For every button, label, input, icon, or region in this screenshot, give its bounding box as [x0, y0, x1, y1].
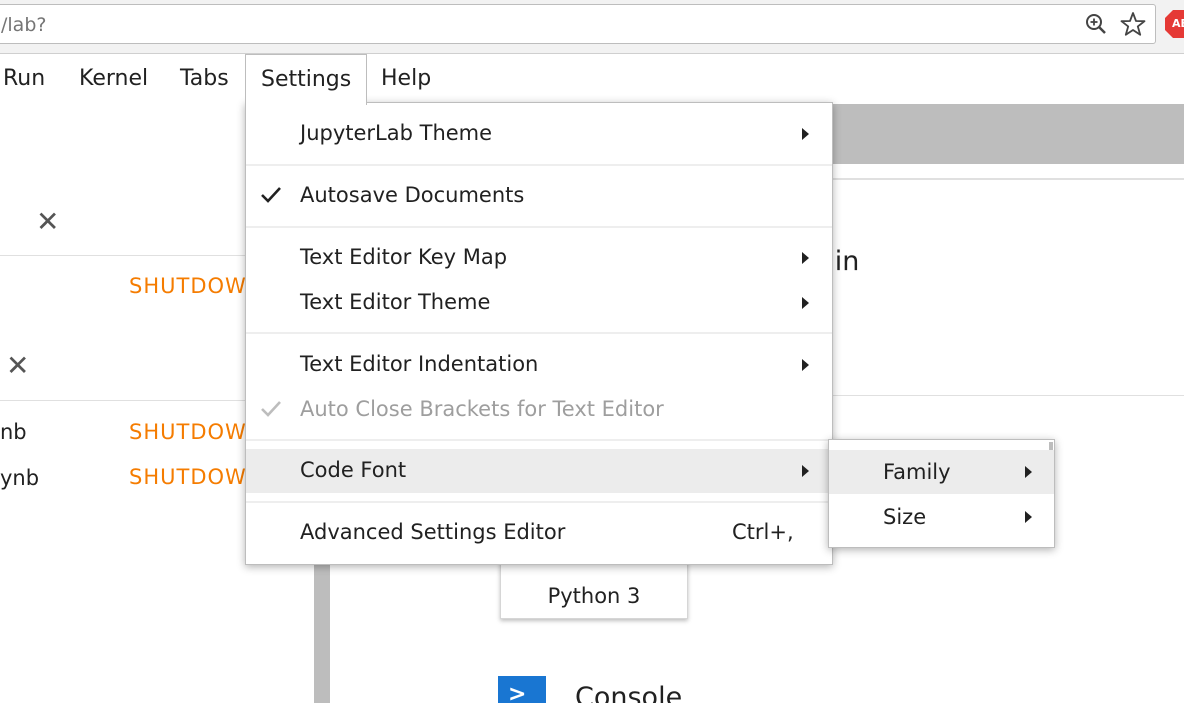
- menu-item-label: JupyterLab Theme: [300, 121, 493, 145]
- menu-item-auto-close-brackets: Auto Close Brackets for Text Editor: [246, 388, 832, 432]
- menu-separator: [246, 439, 832, 441]
- menu-item-text-editor-theme[interactable]: Text Editor Theme: [246, 281, 832, 325]
- browser-toolbar: /lab? ABP: [0, 0, 1184, 54]
- url-text: /lab?: [1, 14, 47, 36]
- shutdown-all-button[interactable]: SHUTDOWN: [129, 274, 259, 298]
- session-name[interactable]: ynb: [0, 466, 39, 490]
- adblock-label: ABP: [1172, 17, 1184, 30]
- menu-item-label: Code Font: [300, 458, 407, 482]
- star-icon[interactable]: [1120, 11, 1146, 37]
- submenu-item-label: Family: [883, 460, 951, 484]
- shutdown-button[interactable]: SHUTDOWN: [129, 465, 259, 489]
- submenu-arrow-icon: [802, 359, 809, 371]
- submenu-item-family[interactable]: Family: [829, 450, 1054, 494]
- submenu-arrow-icon: [802, 128, 809, 140]
- checkmark-icon: [261, 401, 281, 417]
- kernel-card-label: Python 3: [547, 584, 641, 608]
- menu-item-label: Autosave Documents: [300, 183, 525, 207]
- submenu-arrow-icon: [802, 297, 809, 309]
- menu-item-label: Auto Close Brackets for Text Editor: [300, 397, 664, 421]
- menu-item-advanced-settings-editor[interactable]: Advanced Settings Editor Ctrl+,: [246, 511, 832, 555]
- menu-item-label: Text Editor Theme: [300, 290, 491, 314]
- menu-item-text-editor-key-map[interactable]: Text Editor Key Map: [246, 236, 832, 280]
- session-name[interactable]: nb: [0, 420, 27, 444]
- keyboard-shortcut: Ctrl+,: [732, 520, 794, 544]
- menu-item-autosave-documents[interactable]: Autosave Documents: [246, 174, 832, 218]
- zoom-icon[interactable]: [1085, 13, 1107, 35]
- menu-separator: [246, 164, 832, 166]
- settings-dropdown-menu: JupyterLab Theme Autosave Documents Text…: [245, 102, 833, 565]
- menu-separator: [246, 501, 832, 503]
- console-icon: >: [498, 676, 546, 703]
- menu-item-text-editor-indentation[interactable]: Text Editor Indentation: [246, 343, 832, 387]
- checkmark-icon: [261, 187, 281, 203]
- menu-settings[interactable]: Settings: [245, 54, 368, 105]
- submenu-arrow-icon: [1025, 511, 1032, 523]
- menu-bar: Run Kernel Tabs Settings Help: [0, 54, 1184, 105]
- menu-separator: [246, 226, 832, 228]
- menu-item-label: Text Editor Indentation: [300, 352, 539, 376]
- close-icon[interactable]: ✕: [6, 352, 29, 380]
- menu-item-code-font[interactable]: Code Font: [246, 449, 832, 493]
- menu-tabs[interactable]: Tabs: [180, 66, 229, 91]
- submenu-arrow-icon: [802, 465, 809, 477]
- menu-run[interactable]: Run: [3, 66, 45, 91]
- submenu-arrow-icon: [1025, 466, 1032, 478]
- menu-help[interactable]: Help: [381, 66, 431, 91]
- menu-kernel[interactable]: Kernel: [79, 66, 148, 91]
- shutdown-button[interactable]: SHUTDOWN: [129, 420, 259, 444]
- adblock-icon[interactable]: ABP: [1164, 9, 1184, 39]
- submenu-item-size[interactable]: Size: [829, 495, 1054, 539]
- menu-item-jupyterlab-theme[interactable]: JupyterLab Theme: [246, 112, 832, 156]
- menu-separator: [246, 332, 832, 334]
- code-font-submenu: Family Size: [828, 439, 1055, 548]
- address-bar[interactable]: /lab?: [0, 4, 1156, 44]
- submenu-item-label: Size: [883, 505, 927, 529]
- menu-item-label: Text Editor Key Map: [300, 245, 508, 269]
- console-prompt-glyph: >: [508, 682, 527, 703]
- submenu-arrow-icon: [802, 252, 809, 264]
- menu-item-label: Advanced Settings Editor: [300, 520, 566, 544]
- console-section-title: Console: [575, 682, 683, 703]
- close-icon[interactable]: ✕: [36, 208, 59, 236]
